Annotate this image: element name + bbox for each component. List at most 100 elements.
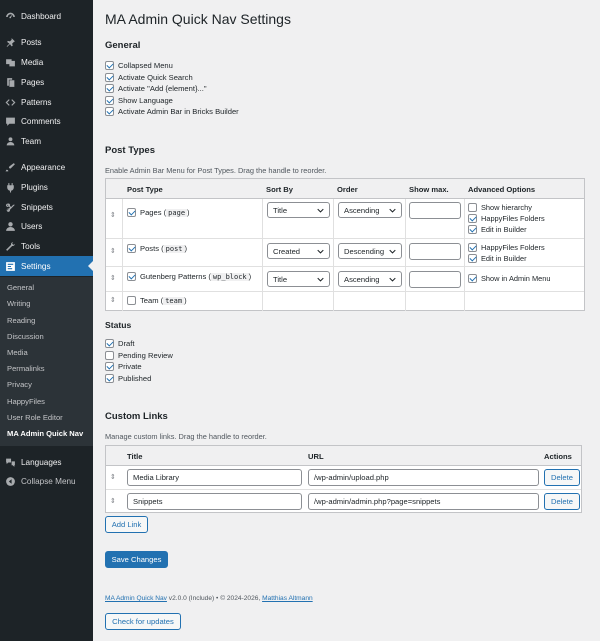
menu-item-settings[interactable]: Settings bbox=[0, 256, 93, 276]
order-select[interactable]: Descending bbox=[338, 243, 402, 259]
column-header: Post Type bbox=[127, 185, 163, 194]
link-url-input[interactable] bbox=[308, 469, 539, 486]
main-content: MA Admin Quick Nav Settings General Coll… bbox=[93, 0, 600, 641]
checkbox[interactable] bbox=[127, 244, 136, 253]
drag-handle-icon[interactable]: ⇕ bbox=[110, 296, 116, 304]
sort-by-select[interactable]: Title bbox=[267, 202, 330, 218]
post-type-toggle[interactable]: Posts (post) bbox=[127, 244, 187, 253]
checkbox[interactable] bbox=[105, 339, 114, 349]
submenu-item-privacy[interactable]: Privacy bbox=[7, 380, 32, 389]
checkbox[interactable] bbox=[105, 61, 114, 71]
add-link-button[interactable]: Add Link bbox=[105, 516, 148, 533]
save-changes-button[interactable]: Save Changes bbox=[105, 551, 168, 568]
status-option[interactable]: Published bbox=[105, 373, 173, 385]
checkbox[interactable] bbox=[105, 350, 114, 360]
show-max-input[interactable] bbox=[409, 202, 461, 219]
sort-by-select[interactable]: Title bbox=[267, 271, 330, 287]
checkbox[interactable] bbox=[105, 107, 114, 117]
checkbox[interactable] bbox=[127, 272, 136, 281]
link-title-input[interactable] bbox=[127, 493, 302, 510]
menu-item-dashboard[interactable]: Dashboard bbox=[0, 6, 93, 26]
menu-label: Comments bbox=[21, 116, 61, 126]
plugin-link[interactable]: MA Admin Quick Nav bbox=[105, 595, 167, 602]
post-type-toggle[interactable]: Gutenberg Patterns (wp_block) bbox=[127, 272, 251, 281]
general-option[interactable]: Collapsed Menu bbox=[105, 60, 239, 72]
menu-label: Tools bbox=[21, 241, 41, 251]
link-url-input[interactable] bbox=[308, 493, 539, 510]
option-label: Activate Quick Search bbox=[118, 72, 193, 82]
submenu-item-media[interactable]: Media bbox=[7, 348, 28, 357]
checkbox[interactable] bbox=[105, 84, 114, 94]
show-max-input[interactable] bbox=[409, 243, 461, 260]
submenu-item-reading[interactable]: Reading bbox=[7, 316, 35, 325]
column-header: Order bbox=[337, 185, 358, 194]
status-option[interactable]: Private bbox=[105, 361, 173, 373]
sort-by-select[interactable]: Created bbox=[267, 243, 330, 259]
drag-handle-icon[interactable]: ⇕ bbox=[110, 247, 116, 255]
checkbox[interactable] bbox=[127, 208, 136, 217]
submenu-item-user-role-editor[interactable]: User Role Editor bbox=[7, 413, 63, 422]
general-option[interactable]: Show Language bbox=[105, 95, 239, 107]
link-title-input[interactable] bbox=[127, 469, 302, 486]
submenu-item-ma-admin-quick-nav[interactable]: MA Admin Quick Nav bbox=[7, 429, 83, 438]
checkbox[interactable] bbox=[468, 214, 477, 223]
drag-handle-icon[interactable]: ⇕ bbox=[110, 211, 116, 219]
status-options: Draft Pending Review Private Published bbox=[105, 338, 173, 384]
collapse-menu-button[interactable]: Collapse Menu bbox=[0, 471, 93, 491]
delete-link-button[interactable]: Delete bbox=[544, 469, 580, 486]
advanced-option[interactable]: HappyFiles Folders bbox=[468, 214, 545, 223]
post-type-toggle[interactable]: Pages (page) bbox=[127, 208, 190, 217]
drag-handle-icon[interactable]: ⇕ bbox=[110, 274, 116, 282]
order-select[interactable]: Ascending bbox=[338, 202, 402, 218]
check-for-updates-button[interactable]: Check for updates bbox=[105, 613, 181, 630]
menu-item-comments[interactable]: Comments bbox=[0, 111, 93, 131]
menu-item-pages[interactable]: Pages bbox=[0, 72, 93, 92]
checkbox[interactable] bbox=[105, 373, 114, 383]
menu-item-patterns[interactable]: Patterns bbox=[0, 92, 93, 112]
submenu-item-general[interactable]: General bbox=[7, 283, 34, 292]
checkbox[interactable] bbox=[105, 72, 114, 82]
advanced-option[interactable]: HappyFiles Folders bbox=[468, 243, 545, 252]
checkbox[interactable] bbox=[468, 254, 477, 263]
menu-item-snippets[interactable]: Snippets bbox=[0, 197, 93, 217]
submenu-item-writing[interactable]: Writing bbox=[7, 299, 31, 308]
menu-item-tools[interactable]: Tools bbox=[0, 236, 93, 256]
drag-handle-icon[interactable]: ⇕ bbox=[110, 497, 116, 505]
submenu-item-discussion[interactable]: Discussion bbox=[7, 332, 44, 341]
show-max-input[interactable] bbox=[409, 271, 461, 288]
status-option[interactable]: Pending Review bbox=[105, 350, 173, 362]
post-type-close: ) bbox=[187, 208, 190, 217]
delete-link-button[interactable]: Delete bbox=[544, 493, 580, 510]
menu-item-team[interactable]: Team bbox=[0, 131, 93, 151]
chevron-down-icon bbox=[317, 208, 324, 213]
table-row: ⇕ Team (team) bbox=[106, 292, 584, 311]
menu-item-plugins[interactable]: Plugins bbox=[0, 177, 93, 197]
checkbox[interactable] bbox=[468, 274, 477, 283]
checkbox[interactable] bbox=[468, 243, 477, 252]
submenu-item-happyfiles[interactable]: HappyFiles bbox=[7, 397, 45, 406]
general-option[interactable]: Activate "Add {element}..." bbox=[105, 83, 239, 95]
menu-item-media[interactable]: Media bbox=[0, 52, 93, 72]
menu-item-appearance[interactable]: Appearance bbox=[0, 157, 93, 177]
status-option[interactable]: Draft bbox=[105, 338, 173, 350]
advanced-option[interactable]: Show hierarchy bbox=[468, 203, 532, 212]
checkbox[interactable] bbox=[127, 296, 136, 305]
advanced-option[interactable]: Edit in Builder bbox=[468, 225, 527, 234]
general-option[interactable]: Activate Quick Search bbox=[105, 72, 239, 84]
general-option[interactable]: Activate Admin Bar in Bricks Builder bbox=[105, 106, 239, 118]
checkbox[interactable] bbox=[105, 362, 114, 372]
author-link[interactable]: Matthias Altmann bbox=[262, 595, 313, 602]
menu-item-languages[interactable]: Languages bbox=[0, 452, 93, 472]
menu-label: Languages bbox=[21, 457, 62, 467]
checkbox[interactable] bbox=[468, 203, 477, 212]
advanced-option[interactable]: Edit in Builder bbox=[468, 254, 527, 263]
post-type-toggle[interactable]: Team (team) bbox=[127, 296, 187, 305]
advanced-option[interactable]: Show in Admin Menu bbox=[468, 274, 550, 283]
order-select[interactable]: Ascending bbox=[338, 271, 402, 287]
drag-handle-icon[interactable]: ⇕ bbox=[110, 473, 116, 481]
checkbox[interactable] bbox=[468, 225, 477, 234]
menu-item-posts[interactable]: Posts bbox=[0, 32, 93, 52]
checkbox[interactable] bbox=[105, 95, 114, 105]
menu-item-users[interactable]: Users bbox=[0, 216, 93, 236]
submenu-item-permalinks[interactable]: Permalinks bbox=[7, 364, 45, 373]
